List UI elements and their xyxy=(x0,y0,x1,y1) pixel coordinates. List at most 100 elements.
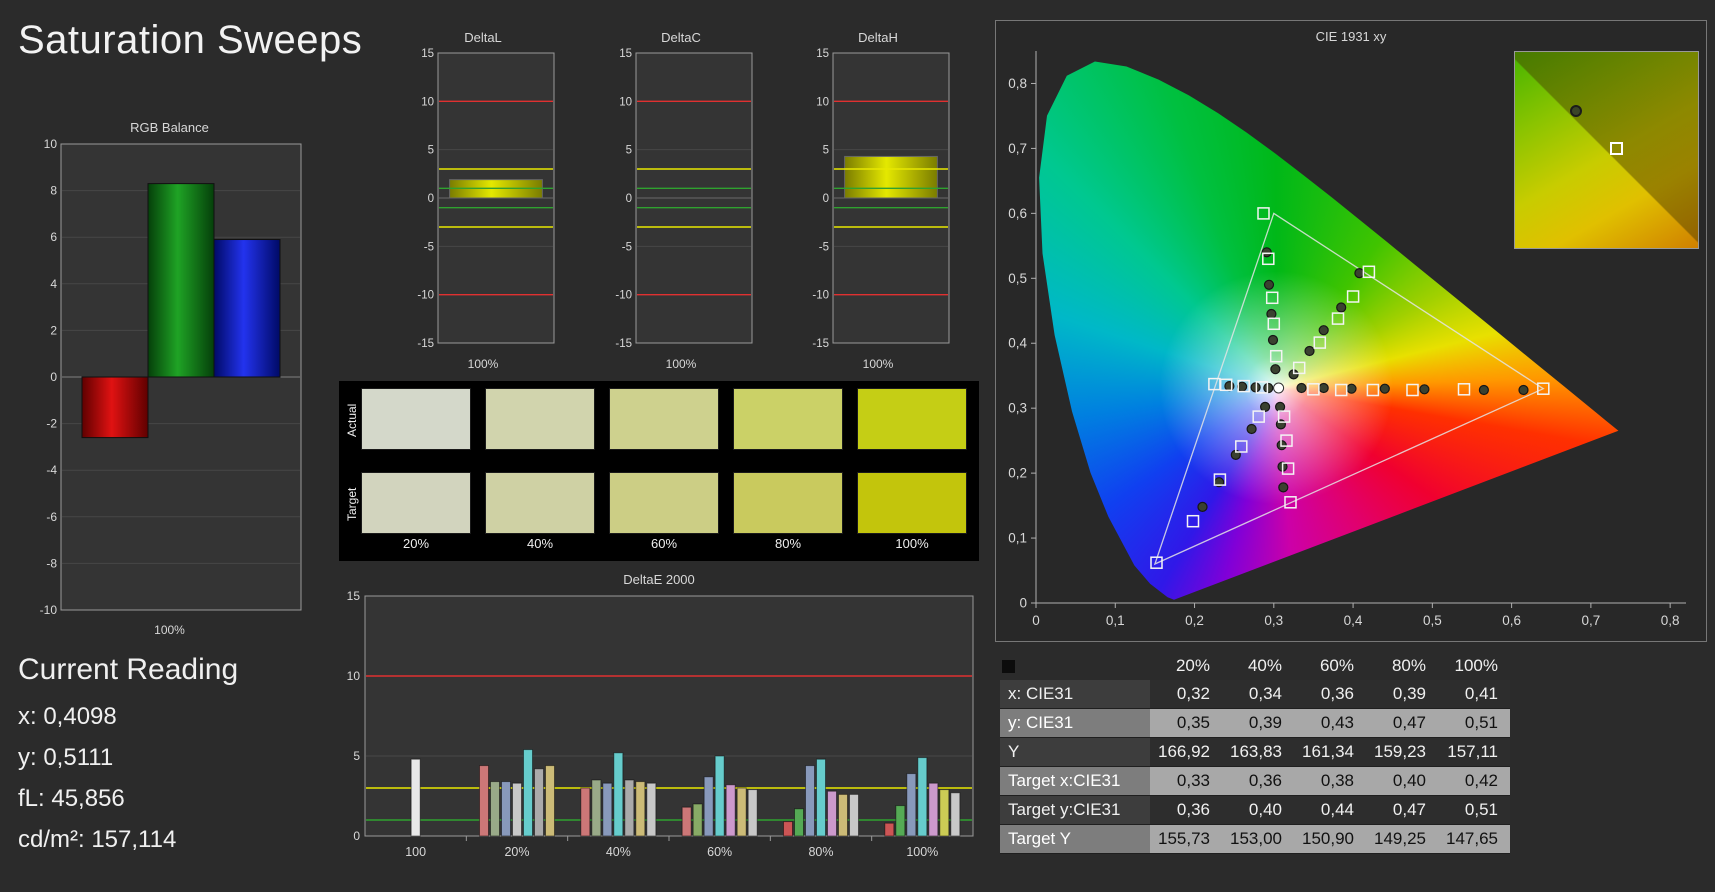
swatch-row-label-target: Target xyxy=(345,487,359,521)
blue-bar xyxy=(213,239,281,378)
delta-bar xyxy=(844,155,938,199)
color-swatches-panel: Actual Target 20% 40% 60% 80% 100% xyxy=(339,381,979,561)
delta-l-xlabel: 100% xyxy=(467,357,499,371)
deltae-bar xyxy=(794,808,804,837)
table-cell: 0,36 xyxy=(1222,766,1294,796)
cie-ytick-label: 0,7 xyxy=(1008,141,1027,156)
rgb-ytick-label: 8 xyxy=(50,184,57,198)
delta-e-2000-chart: DeltaE 2000 0 5 10 15 100 20% 40% 60% 80% 100% xyxy=(339,572,979,892)
delta-h-plot: -15 -10 -5 0 5 10 15 xyxy=(812,48,950,350)
saturation-data-table: 20% 40% 60% 80% 100% x: CIE31 0,32 0,34 0,36 0,39… xyxy=(1000,652,1510,854)
table-cell: 161,34 xyxy=(1294,737,1366,767)
delta-c-title: DeltaC xyxy=(661,30,701,45)
table-row-label: Target Y xyxy=(1000,824,1150,854)
rgb-ytick-label: 2 xyxy=(50,323,57,337)
deltae-bar xyxy=(849,793,859,837)
delta-e-title: DeltaE 2000 xyxy=(623,572,695,587)
swatch-target-80% xyxy=(733,472,843,534)
delta-ytick-label: 15 xyxy=(421,48,434,60)
deltae-xtick-label: 40% xyxy=(606,845,631,859)
table-cell: 0,36 xyxy=(1294,680,1366,709)
cie-ytick-label: 0,5 xyxy=(1008,271,1027,286)
deltae-ytick-label: 5 xyxy=(353,749,360,763)
delta-ytick-label: -15 xyxy=(417,338,434,350)
rgb-ytick-label: 10 xyxy=(44,138,58,151)
delta-ytick-label: 15 xyxy=(816,48,829,60)
table-cell: 155,73 xyxy=(1150,824,1222,854)
green-bar xyxy=(147,183,215,378)
rgb-balance-xlabel: 100% xyxy=(154,623,185,637)
rgb-balance-plot: -10 -8 -6 -4 -2 0 2 4 6 8 10 xyxy=(40,137,302,617)
cie-ytick-label: 0,4 xyxy=(1008,336,1027,351)
table-col-header: 100% xyxy=(1454,656,1498,675)
deltae-bar xyxy=(646,782,657,837)
swatch-actual-100% xyxy=(857,388,967,450)
rgb-ytick-label: 4 xyxy=(50,277,57,291)
rgb-balance-title: RGB Balance xyxy=(130,120,209,135)
table-corner-cell xyxy=(1000,652,1150,680)
table-cell: 153,00 xyxy=(1222,824,1294,854)
swatch-actual-80% xyxy=(733,388,843,450)
red-bar xyxy=(81,376,149,439)
table-legend-swatch xyxy=(1002,660,1015,674)
rgb-ytick-label: -6 xyxy=(46,510,57,524)
deltae-xtick-label: 60% xyxy=(707,845,732,859)
delta-ytick-label: 10 xyxy=(816,96,829,108)
delta-ytick-label: -15 xyxy=(615,338,632,350)
table-cell: 0,35 xyxy=(1150,708,1222,738)
deltae-bar xyxy=(816,758,826,837)
deltae-xtick-label: 80% xyxy=(808,845,833,859)
current-reading: Current Reading x: 0,4098 y: 0,5111 fL: … xyxy=(18,653,238,867)
table-cell: 166,92 xyxy=(1150,737,1222,767)
swatch-actual-20% xyxy=(361,388,471,450)
table-cell: 149,25 xyxy=(1366,824,1438,854)
deltae-xtick-label: 100 xyxy=(405,845,426,859)
swatch-col-label: 40% xyxy=(526,536,554,551)
delta-ytick-label: -15 xyxy=(812,338,829,350)
delta-c-chart: DeltaC -15 -10 -5 0 5 10 15 100% xyxy=(606,30,756,371)
table-row: x: CIE31 0,32 0,34 0,36 0,39 0,41 xyxy=(1000,680,1510,709)
deltae-bar xyxy=(635,781,646,837)
table-cell: 0,42 xyxy=(1438,766,1510,796)
cie-xtick-label: 0,4 xyxy=(1344,613,1363,628)
current-reading-heading: Current Reading xyxy=(18,653,239,686)
delta-h-chart: DeltaH -15 -10 -5 0 5 10 15 100% xyxy=(803,30,953,371)
deltae-bar xyxy=(681,806,692,837)
cie-ytick-label: 0,6 xyxy=(1008,206,1027,221)
cie-title: CIE 1931 xy xyxy=(1315,29,1387,44)
cie-xtick-label: 0,5 xyxy=(1423,613,1442,628)
deltae-bar xyxy=(613,752,624,837)
deltae-bar xyxy=(827,790,837,837)
table-cell: 157,11 xyxy=(1438,737,1510,767)
deltae-ytick-label: 15 xyxy=(347,590,361,603)
delta-ytick-label: 10 xyxy=(619,96,632,108)
deltae-bar xyxy=(512,782,522,837)
table-col-header: 40% xyxy=(1247,656,1282,675)
deltae-plot-area xyxy=(364,595,974,837)
deltae-bar xyxy=(490,781,500,837)
swatch-col-label: 20% xyxy=(402,536,430,551)
table-cell: 0,32 xyxy=(1150,680,1222,709)
current-reading-cdm2: cd/m²: 157,114 xyxy=(18,826,177,853)
swatch-row-label-actual: Actual xyxy=(345,403,359,437)
rgb-ytick-label: -10 xyxy=(40,603,58,616)
delta-l-chart: DeltaL -15 -10 -5 0 5 10 15 100% xyxy=(408,30,558,371)
delta-h-title: DeltaH xyxy=(858,30,898,45)
deltae-ytick-label: 0 xyxy=(353,829,360,843)
delta-ytick-label: -5 xyxy=(622,241,632,253)
swatch-actual-60% xyxy=(609,388,719,450)
rgb-ytick-label: 0 xyxy=(50,370,57,384)
table-cell: 0,39 xyxy=(1222,708,1294,738)
swatch-col-label: 100% xyxy=(895,536,929,551)
swatch-target-20% xyxy=(361,472,471,534)
cie-1931-panel: CIE 1931 xy 0 0 0,1 0,1 0,2 0,2 0,3 0,3 0,4 0,4 0,… xyxy=(995,20,1707,642)
table-row: Target Y 155,73 153,00 150,90 149,25 147,65 xyxy=(1000,824,1510,854)
swatch-actual-40% xyxy=(485,388,595,450)
delta-ytick-label: -10 xyxy=(615,290,632,302)
deltae-bar xyxy=(624,779,635,837)
table-row-label: Target x:CIE31 xyxy=(1000,766,1150,796)
delta-c-plot: -15 -10 -5 0 5 10 15 xyxy=(615,48,753,350)
table-cell: 147,65 xyxy=(1438,824,1510,854)
table-cell: 159,23 xyxy=(1366,737,1438,767)
table-row: Y 166,92 163,83 161,34 159,23 157,11 xyxy=(1000,737,1510,767)
